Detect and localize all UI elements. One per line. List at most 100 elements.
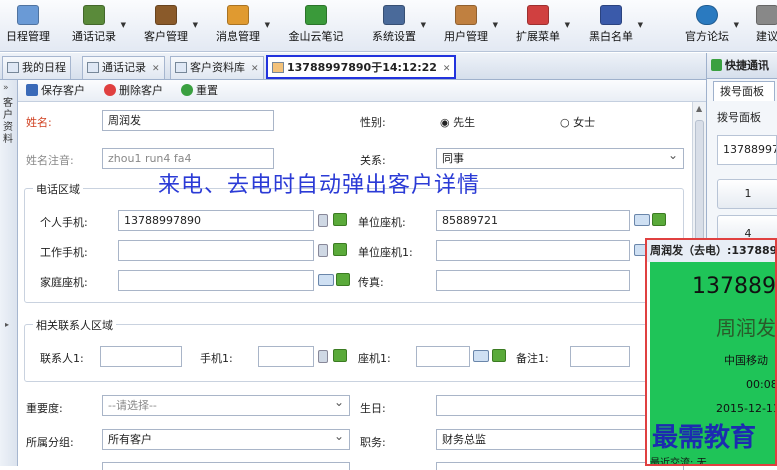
toolbar-users-button[interactable]: 用户管理 ▼ xyxy=(442,3,498,49)
importance-label: 重要度: xyxy=(26,402,63,415)
dial-number-input[interactable]: 13788997 xyxy=(717,135,777,165)
relation-select[interactable]: 同事 xyxy=(436,148,684,169)
card-icon[interactable] xyxy=(634,214,650,226)
toolbar-schedule-button[interactable]: 日程管理 xyxy=(5,3,51,49)
toolbar-label: 建议 xyxy=(756,30,777,43)
tab-customer-library[interactable]: 客户资料库 ✕ xyxy=(170,56,264,79)
phone-icon[interactable] xyxy=(318,244,328,257)
tab-call-log[interactable]: 通话记录 ✕ xyxy=(82,56,165,79)
delete-customer-button[interactable]: 删除客户 xyxy=(104,83,163,99)
dial-icon[interactable] xyxy=(333,243,347,256)
chevron-down-icon[interactable]: ▼ xyxy=(193,21,198,29)
toolbar-message-button[interactable]: 消息管理 ▼ xyxy=(214,3,270,49)
cloud-note-icon xyxy=(305,5,327,25)
reset-button[interactable]: 重置 xyxy=(181,83,218,99)
card-icon[interactable] xyxy=(473,350,489,362)
chevron-down-icon[interactable]: ▼ xyxy=(638,21,643,29)
save-icon xyxy=(26,84,38,96)
tab-customer-detail[interactable]: 13788997890于14:12:22 ✕ xyxy=(266,55,457,79)
toolbar-label: 系统设置 xyxy=(372,30,416,43)
mobile1-label: 手机1: xyxy=(200,352,233,365)
watermark: 最需教育 xyxy=(652,423,757,453)
mobile1-input[interactable] xyxy=(258,346,314,367)
phone-icon[interactable] xyxy=(318,350,328,363)
group-label: 所属分组: xyxy=(26,436,74,449)
save-customer-button[interactable]: 保存客户 xyxy=(26,83,85,99)
tab-label: 我的日程 xyxy=(22,61,66,74)
dial-icon[interactable] xyxy=(652,213,666,226)
toolbar-cloud-note-button[interactable]: 金山云笔记 xyxy=(287,3,345,49)
birthday-label: 生日: xyxy=(360,402,386,415)
reset-label: 重置 xyxy=(196,84,218,97)
chevron-down-icon[interactable]: ▼ xyxy=(421,21,426,29)
call-popup-title: 周润发（去电）:13788997890 xyxy=(647,240,775,262)
mobile-label: 个人手机: xyxy=(40,216,88,229)
chevron-down-icon[interactable]: ▼ xyxy=(734,21,739,29)
toolbar-label: 官方论坛 xyxy=(685,30,729,43)
next-row-input[interactable] xyxy=(102,462,350,470)
feature-annotation: 来电、去电时自动弹出客户详情 xyxy=(158,173,481,198)
quick-comm-icon xyxy=(711,59,722,71)
home-tel-input[interactable] xyxy=(118,270,314,291)
tel1-input[interactable] xyxy=(416,346,470,367)
close-icon[interactable]: ✕ xyxy=(443,64,451,74)
pinyin-input[interactable]: zhou1 run4 fa4 xyxy=(102,148,274,169)
collapse-arrow-icon[interactable]: ▸ xyxy=(5,320,9,329)
dial-key-1[interactable]: 1 xyxy=(717,179,777,209)
dial-icon[interactable] xyxy=(333,349,347,362)
contact1-input[interactable] xyxy=(100,346,182,367)
delete-icon xyxy=(104,84,116,96)
pinyin-label: 姓名注音: xyxy=(26,154,74,167)
close-icon[interactable]: ✕ xyxy=(152,64,160,74)
expand-icon[interactable]: » xyxy=(3,83,9,93)
tab-my-schedule[interactable]: 我的日程 xyxy=(2,56,71,79)
suggest-icon xyxy=(756,5,777,25)
toolbar-extend-menu-button[interactable]: 扩展菜单 ▼ xyxy=(514,3,570,49)
close-icon[interactable]: ✕ xyxy=(251,64,259,74)
toolbar-label: 扩展菜单 xyxy=(516,30,560,43)
gender-male-radio[interactable]: ◉ 先生 xyxy=(440,114,475,130)
toolbar-forum-button[interactable]: 官方论坛 ▼ xyxy=(683,3,739,49)
phone-icon[interactable] xyxy=(318,214,328,227)
toolbar-settings-button[interactable]: 系统设置 ▼ xyxy=(370,3,426,49)
chevron-down-icon[interactable]: ▼ xyxy=(493,21,498,29)
tab-label: 13788997890于14:12:22 xyxy=(287,61,437,74)
quick-comm-title: 快捷通讯 xyxy=(725,59,769,72)
group-select[interactable]: 所有客户 xyxy=(102,429,350,450)
home-tel-label: 家庭座机: xyxy=(40,276,88,289)
name-input[interactable]: 周润发 xyxy=(102,110,274,131)
dial-icon[interactable] xyxy=(336,273,350,286)
chevron-down-icon[interactable]: ▼ xyxy=(265,21,270,29)
tab-bar: 我的日程 通话记录 ✕ 客户资料库 ✕ 13788997890于14:12:22 ✕ xyxy=(0,53,706,80)
main-toolbar: 日程管理 通话记录 ▼ 客户管理 ▼ 消息管理 ▼ 金山云笔记 系统设置 ▼ 用… xyxy=(0,0,777,52)
customer-book-icon xyxy=(155,5,177,25)
toolbar-call-log-button[interactable]: 通话记录 ▼ xyxy=(70,3,126,49)
dial-icon[interactable] xyxy=(492,349,506,362)
left-collapsed-panel[interactable]: » 客户资料 ▸ xyxy=(0,80,18,466)
mobile-input[interactable]: 13788997890 xyxy=(118,210,314,231)
users-icon xyxy=(455,5,477,25)
note1-input[interactable] xyxy=(570,346,630,367)
work-tel-input[interactable]: 85889721 xyxy=(436,210,630,231)
fax-label: 传真: xyxy=(358,276,384,289)
save-label: 保存客户 xyxy=(41,84,85,97)
work-tel1-input[interactable] xyxy=(436,240,630,261)
chevron-down-icon[interactable]: ▼ xyxy=(121,21,126,29)
work-tel-label: 单位座机: xyxy=(358,216,406,229)
work-mobile-input[interactable] xyxy=(118,240,314,261)
importance-select[interactable]: --请选择-- xyxy=(102,395,350,416)
chevron-down-icon[interactable]: ▼ xyxy=(565,21,570,29)
blacklist-icon xyxy=(600,5,622,25)
toolbar-blacklist-button[interactable]: 黑白名单 ▼ xyxy=(587,3,643,49)
dial-icon[interactable] xyxy=(333,213,347,226)
gender-female-radio[interactable]: ○ 女士 xyxy=(560,114,595,130)
delete-label: 删除客户 xyxy=(119,84,163,97)
toolbar-suggest-button[interactable]: 建议 xyxy=(752,3,777,49)
scroll-up-icon[interactable]: ▲ xyxy=(696,104,702,113)
fax-input[interactable] xyxy=(436,270,630,291)
calendar-icon xyxy=(7,62,19,73)
toolbar-customer-button[interactable]: 客户管理 ▼ xyxy=(142,3,198,49)
card-icon[interactable] xyxy=(318,274,334,286)
position-label: 职务: xyxy=(360,436,386,449)
tab-dial-panel[interactable]: 拨号面板 xyxy=(713,81,775,101)
